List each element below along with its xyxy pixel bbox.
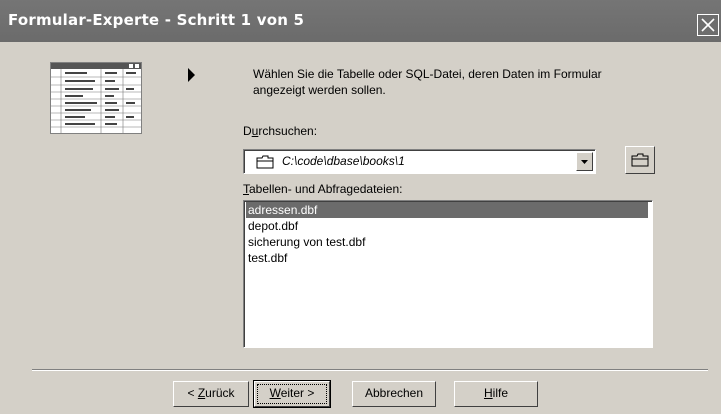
table-preview-image: [50, 62, 142, 134]
path-combobox[interactable]: C:\code\dbase\books\1: [243, 149, 596, 174]
list-item[interactable]: sicherung von test.dbf: [246, 234, 648, 250]
next-button[interactable]: Weiter >: [253, 380, 331, 408]
cancel-button[interactable]: Abbrechen: [352, 381, 436, 407]
wizard-window: Formular-Experte - Schritt 1 von 5 Wähle…: [0, 0, 721, 414]
step-description: Wählen Sie die Tabelle oder SQL-Datei, d…: [253, 67, 602, 97]
list-item[interactable]: depot.dbf: [246, 218, 648, 234]
help-button[interactable]: Hilfe: [454, 381, 538, 407]
path-value: C:\code\dbase\books\1: [282, 154, 405, 168]
list-item[interactable]: test.dbf: [246, 250, 648, 266]
files-label: Tabellen- und Abfragedateien:: [243, 182, 403, 196]
title-bar[interactable]: Formular-Experte - Schritt 1 von 5: [0, 0, 721, 42]
pointer-arrow-icon: [188, 68, 195, 82]
path-dropdown-button[interactable]: [576, 152, 593, 171]
folder-icon: [256, 155, 274, 169]
close-icon: [701, 18, 715, 32]
separator: [32, 370, 708, 371]
back-button[interactable]: < Zurück: [173, 381, 249, 407]
list-item[interactable]: adressen.dbf: [246, 202, 648, 218]
chevron-down-icon: [581, 160, 588, 164]
browse-label: Durchsuchen:: [243, 124, 318, 138]
file-list[interactable]: adressen.dbf depot.dbf sicherung von tes…: [243, 200, 653, 348]
open-folder-icon: [631, 153, 649, 167]
browse-folder-button[interactable]: [625, 146, 655, 174]
window-title: Formular-Experte - Schritt 1 von 5: [8, 11, 305, 29]
close-button[interactable]: [697, 14, 719, 36]
